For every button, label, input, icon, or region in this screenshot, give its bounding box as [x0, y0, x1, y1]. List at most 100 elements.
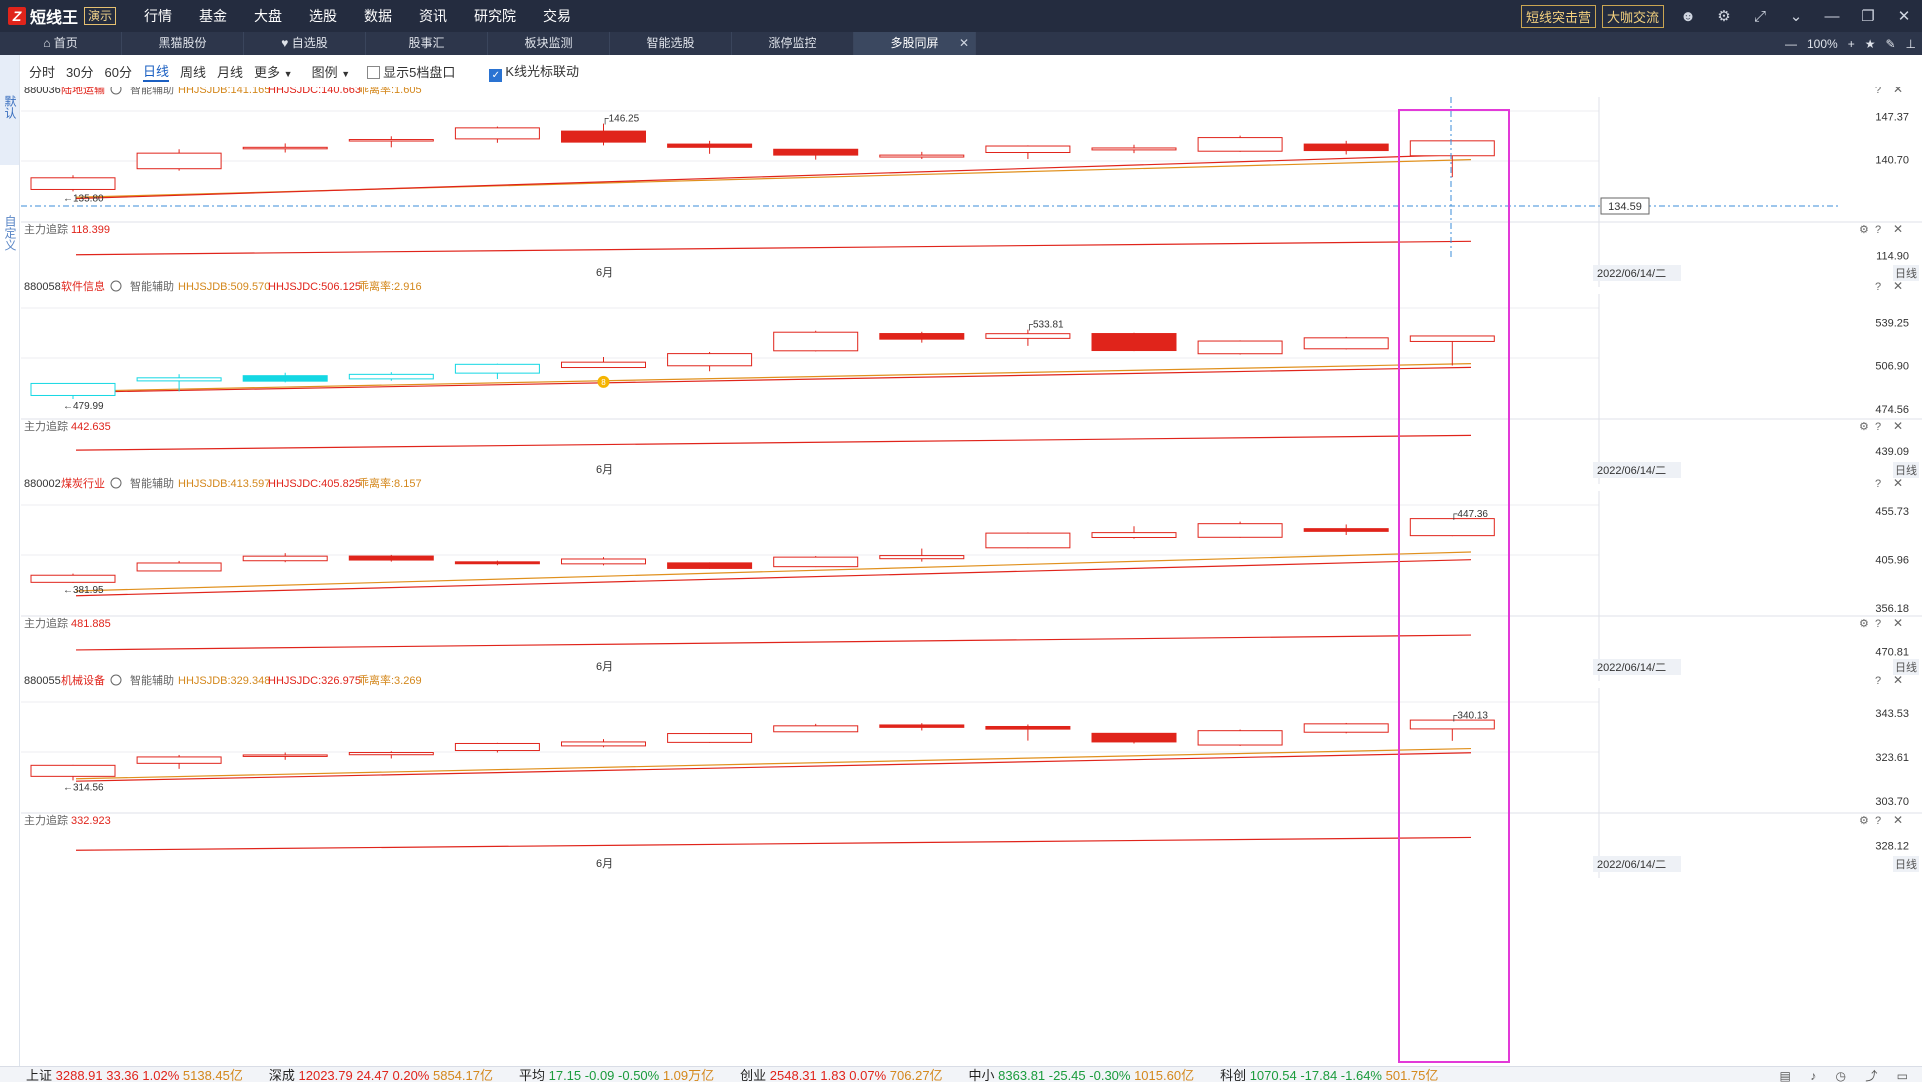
caret-down-icon: ▼: [283, 68, 293, 79]
tab-heimao[interactable]: 黑猫股份: [122, 32, 244, 55]
menu-item-news[interactable]: 资讯: [419, 6, 447, 26]
index-quote[interactable]: 中小 8363.81 -25.45 -0.30% 1015.60亿: [969, 1065, 1195, 1084]
highlight-box: [1398, 109, 1510, 1063]
date-label: 2022/06/14/二: [1597, 662, 1666, 674]
period-monthly[interactable]: 月线: [217, 62, 243, 81]
index-pct: -0.30%: [1085, 1068, 1131, 1083]
help-icon: ?: [1875, 618, 1881, 630]
chevron-down-icon: [110, 280, 122, 292]
period-intraday[interactable]: 分时: [29, 62, 55, 81]
menu-item-screener[interactable]: 选股: [309, 6, 337, 26]
shrink-icon[interactable]: ⤢: [1742, 8, 1778, 25]
expert-chat-button[interactable]: 大咖交流: [1601, 4, 1664, 28]
zoom-out-icon[interactable]: —: [1785, 37, 1797, 51]
close-panel-icon: ✕: [1893, 673, 1903, 687]
settings-icon: ⚙: [1859, 421, 1869, 433]
minimize-icon[interactable]: —: [1814, 8, 1850, 25]
candle-body: [561, 741, 646, 747]
index-change: -17.84: [1296, 1068, 1338, 1083]
index-amount: 706.27亿: [886, 1068, 943, 1083]
short-term-camp-button[interactable]: 短线突击营: [1520, 4, 1596, 28]
settings-icon[interactable]: ⚙: [1706, 7, 1742, 25]
help-icon: ?: [1875, 281, 1881, 293]
indicator-jdc: HHJSJDC:140.663: [268, 87, 361, 96]
close-sub-chart-icon: ✕: [1893, 222, 1903, 236]
checkbox-icon: [367, 65, 381, 79]
menu-item-research[interactable]: 研究院: [474, 6, 516, 26]
link-cursor-checkbox[interactable]: ✓ K线光标联动: [489, 61, 579, 82]
sidebar-item-custom[interactable]: 自定义: [0, 215, 19, 256]
period-daily[interactable]: 日线: [142, 61, 169, 82]
menu-item-quotes[interactable]: 行情: [144, 6, 172, 26]
menu-item-fund[interactable]: 基金: [199, 6, 227, 26]
zoom-in-icon[interactable]: +: [1848, 37, 1855, 51]
pin-icon[interactable]: ⊥: [1906, 37, 1916, 51]
candle-body: [879, 724, 965, 728]
settings-icon: ⚙: [1859, 815, 1869, 827]
menu-item-trade[interactable]: 交易: [543, 6, 571, 26]
pen-icon[interactable]: ✎: [1885, 37, 1895, 51]
user-icon[interactable]: ☻: [1670, 8, 1706, 25]
candle-body: [1409, 335, 1495, 342]
month-label: 6月: [596, 464, 613, 476]
index-pct: -1.64%: [1337, 1068, 1382, 1083]
menu-item-data[interactable]: 数据: [364, 6, 392, 26]
tab-multi-stock[interactable]: 多股同屏 ✕: [854, 32, 976, 55]
tab-home[interactable]: ⌂ 首页: [0, 32, 122, 55]
date-label: 2022/06/14/二: [1597, 859, 1666, 871]
candle-body: [561, 558, 646, 565]
y-tick-label: 140.70: [1875, 155, 1909, 167]
index-pct: 0.20%: [388, 1068, 430, 1083]
tab-sector-monitor[interactable]: 板块监测: [488, 32, 610, 55]
help-icon: ?: [1875, 815, 1881, 827]
checkbox-checked-icon: ✓: [489, 68, 503, 82]
restore-icon[interactable]: ❐: [1850, 7, 1886, 25]
tab-watchlist[interactable]: ♥ 自选股: [244, 32, 366, 55]
close-icon[interactable]: ✕: [1886, 7, 1922, 25]
tab-bar: ⌂ 首页 黑猫股份 ♥ 自选股 股事汇 板块监测 智能选股 涨停监控 多股同屏 ✕…: [0, 32, 1922, 55]
period-60min[interactable]: 60分: [104, 62, 131, 81]
more-dropdown[interactable]: 更多 ▼: [254, 62, 293, 81]
candle-body: [136, 756, 222, 764]
indicator-jdb: HHJSJDB:413.597: [178, 478, 270, 490]
tab-smart-screener[interactable]: 智能选股: [610, 32, 732, 55]
panel-name: 软件信息: [61, 279, 105, 293]
tab-limit-up-monitor-label: 涨停监控: [768, 36, 817, 50]
tab-watchlist-label: 自选股: [291, 36, 328, 50]
index-quote[interactable]: 科创 1070.54 -17.84 -1.64% 501.75亿: [1220, 1065, 1438, 1084]
marker-badge-label: 8: [601, 378, 606, 387]
max-price-label: ┌533.81: [1026, 320, 1064, 331]
indicator-bias: 乖离率:2.916: [358, 279, 422, 293]
panel-name: 煤炭行业: [61, 477, 105, 490]
index-pct: 1.02%: [138, 1068, 180, 1083]
chevron-down-icon: [110, 87, 122, 95]
chevron-down-icon[interactable]: ⌄: [1778, 7, 1814, 25]
sidebar: 默认 自定义: [0, 55, 20, 1067]
tab-stock-news[interactable]: 股事汇: [366, 32, 488, 55]
menu-item-market[interactable]: 大盘: [254, 6, 282, 26]
index-quote[interactable]: 上证 3288.91 33.36 1.02% 5138.45亿: [26, 1065, 243, 1084]
period-30min[interactable]: 30分: [66, 62, 93, 81]
index-quote[interactable]: 创业 2548.31 1.83 0.07% 706.27亿: [740, 1065, 942, 1084]
star-icon[interactable]: ★: [1865, 37, 1876, 51]
index-quote[interactable]: 深成 12023.79 24.47 0.20% 5854.17亿: [269, 1065, 493, 1084]
legend-dropdown[interactable]: 图例 ▼: [312, 62, 351, 81]
status-tools-icon[interactable]: ▤ ♪ ◷ ⤴ ▭: [1780, 1067, 1916, 1084]
show5-checkbox[interactable]: 显示5档盘口: [367, 62, 455, 81]
period-weekly[interactable]: 周线: [180, 62, 206, 81]
multi-stock-charts[interactable]: 880036 陆地运输 智能辅助 HHJSJDB:141.165HHJSJDC:140…: [21, 87, 1922, 1067]
index-quote[interactable]: 平均 17.15 -0.09 -0.50% 1.09万亿: [519, 1065, 714, 1084]
tab-close-icon[interactable]: ✕: [959, 32, 969, 55]
sub-chart-label: 主力追踪: [24, 616, 68, 630]
index-name: 上证: [26, 1068, 53, 1083]
sidebar-item-default[interactable]: 默认: [0, 55, 19, 165]
candle-body: [773, 725, 859, 733]
logo-icon: Z: [8, 7, 26, 25]
y-tick-label: 506.90: [1875, 361, 1909, 373]
sub-chart-label: 主力追踪: [24, 813, 68, 827]
max-price-label: ┌146.25: [602, 114, 640, 125]
tab-limit-up-monitor[interactable]: 涨停监控: [732, 32, 854, 55]
app-name: 短线王: [30, 10, 79, 27]
y-tick-label: 455.73: [1875, 506, 1909, 518]
candle-body: [1091, 732, 1177, 743]
